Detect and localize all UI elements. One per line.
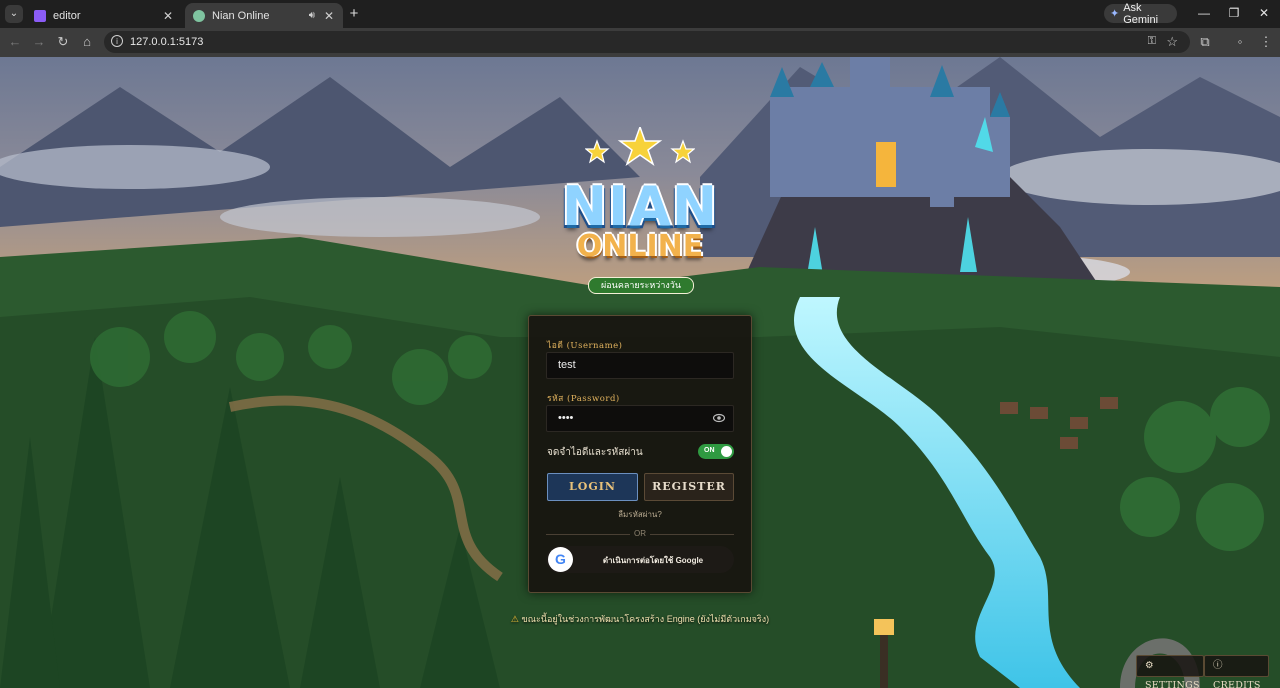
restore-icon[interactable]: ❐ [1226, 6, 1242, 20]
tab-nian-online[interactable]: Nian Online 🔊︎ ✕ [185, 3, 343, 28]
password-input[interactable]: •••• [546, 405, 734, 432]
browser-toolbar: ← → ↻ ⌂ i 127.0.0.1:5173 ⚿ ☆ ⧉ ◦ ⋮ [0, 28, 1280, 57]
back-icon[interactable]: ← [7, 34, 23, 50]
url-text[interactable]: 127.0.0.1:5173 [130, 36, 203, 48]
logo-tagline: ผ่อนคลายระหว่างวัน [588, 277, 694, 294]
google-signin-label: ดำเนินการต่อโดยใช้ Google [602, 556, 704, 565]
password-key-icon[interactable]: ⚿ [1148, 35, 1156, 48]
extensions-icon[interactable]: ⧉ [1197, 34, 1213, 50]
tab-search-button[interactable]: ⌄ [5, 5, 23, 23]
login-panel: ไอดี (Username) test รหัส (Password) •••… [528, 315, 752, 593]
tab-editor[interactable]: editor ✕ [26, 3, 182, 28]
home-icon[interactable]: ⌂ [79, 34, 95, 50]
username-label: ไอดี (Username) [547, 341, 623, 351]
login-button[interactable]: LOGIN [547, 473, 638, 501]
new-tab-button[interactable]: + [346, 6, 362, 22]
settings-label: SETTINGS [1145, 680, 1200, 688]
bookmark-star-icon[interactable]: ☆ [1166, 34, 1178, 50]
tab-title: editor [53, 9, 81, 22]
forward-icon[interactable]: → [31, 34, 47, 50]
close-tab-icon[interactable]: ✕ [160, 9, 176, 23]
address-bar[interactable]: i 127.0.0.1:5173 ⚿ ☆ [104, 31, 1190, 53]
forgot-password-link[interactable]: ลืมรหัสผ่าน? [529, 508, 751, 521]
site-info-icon[interactable]: i [111, 35, 123, 47]
ask-gemini-label: Ask Gemini [1123, 1, 1159, 26]
editor-favicon-icon [34, 9, 46, 22]
tab-title: Nian Online [212, 9, 270, 22]
minimize-icon[interactable]: — [1196, 6, 1212, 20]
info-icon: ⓘ [1213, 660, 1223, 671]
nian-favicon-icon [193, 9, 205, 22]
menu-icon[interactable]: ⋮ [1258, 34, 1274, 50]
game-login-page: NIAN ONLINE ผ่อนคลายระหว่างวัน ไอดี (Use… [0, 57, 1280, 688]
close-tab-icon[interactable]: ✕ [321, 9, 337, 23]
credits-label: CREDITS [1213, 680, 1261, 688]
ask-gemini-button[interactable]: ✦ Ask Gemini [1104, 1, 1177, 26]
password-value: •••• [558, 412, 574, 424]
dev-notice: ⚠ ขณะนี้อยู่ในช่วงการพัฒนาโครงสร้าง Engi… [0, 612, 1280, 626]
credits-button[interactable]: ⓘ CREDITS [1204, 655, 1269, 688]
browser-tab-strip: ⌄ editor ✕ Nian Online 🔊︎ ✕ + ✦ Ask Gemi… [0, 0, 1280, 28]
speaker-icon[interactable]: 🔊︎ [309, 10, 315, 21]
divider-right [650, 534, 734, 535]
toggle-state-label: ON [704, 447, 715, 454]
toggle-knob [721, 446, 732, 457]
game-logo-subtitle: ONLINE [576, 229, 704, 264]
username-input[interactable]: test [546, 352, 734, 379]
show-password-eye-icon[interactable] [713, 412, 725, 424]
dev-notice-text: ขณะนี้อยู่ในช่วงการพัฒนาโครงสร้าง Engine… [521, 614, 770, 624]
remember-me-toggle[interactable]: ON [698, 444, 734, 459]
google-signin-button[interactable]: G ดำเนินการต่อโดยใช้ Google [546, 546, 734, 573]
settings-button[interactable]: ⚙ SETTINGS [1136, 655, 1204, 688]
reload-icon[interactable]: ↻ [55, 34, 71, 50]
gear-icon: ⚙ [1145, 660, 1154, 671]
close-window-icon[interactable]: ✕ [1256, 6, 1272, 20]
password-label: รหัส (Password) [547, 394, 620, 404]
gemini-sparkle-icon: ✦ [1110, 8, 1120, 20]
google-icon: G [548, 547, 573, 572]
warning-icon: ⚠ [510, 614, 519, 624]
remember-me-label: จดจำไอดีและรหัสผ่าน [547, 447, 643, 458]
logo-stars-icon [585, 127, 695, 166]
profile-icon[interactable]: ◦ [1232, 34, 1248, 50]
register-button[interactable]: REGISTER [644, 473, 734, 501]
